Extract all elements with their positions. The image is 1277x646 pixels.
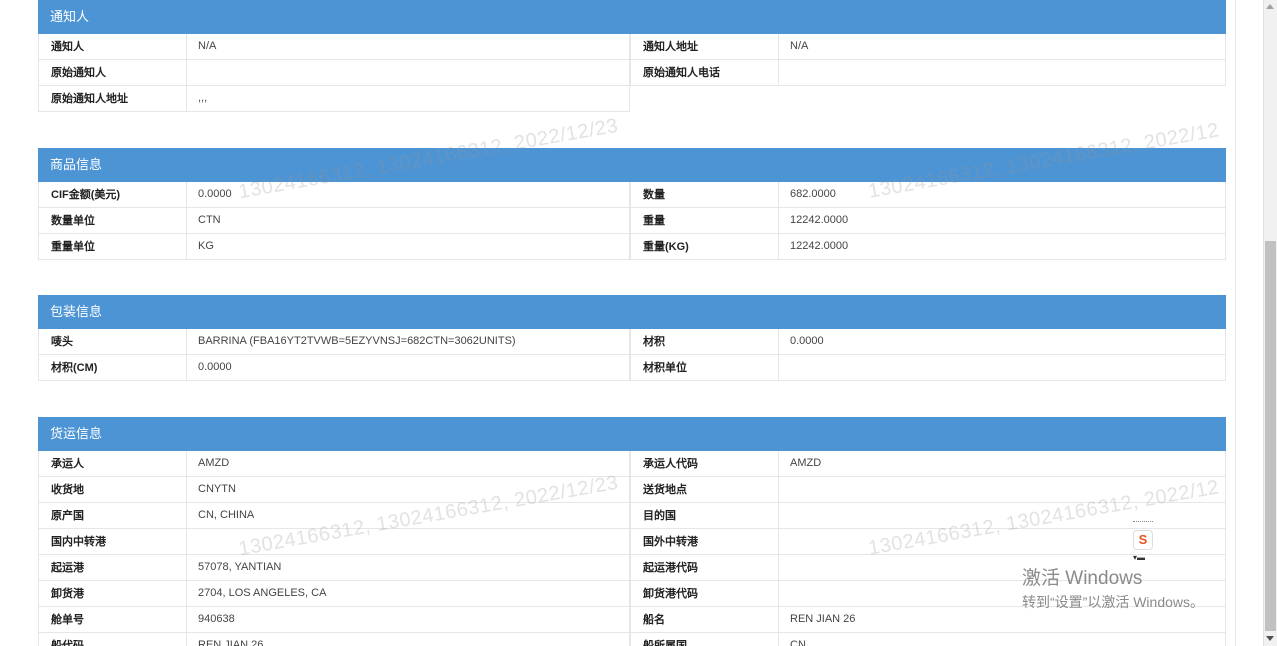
caret-down-icon[interactable]: ▾▬	[1133, 553, 1153, 563]
table-row: 原始通知人地址 ,,,	[38, 86, 630, 112]
table-row: 材积(CM) 0.0000 材积单位	[38, 355, 1226, 381]
field-value: ,,,	[187, 86, 630, 111]
ime-drag-handle[interactable]	[1133, 521, 1153, 524]
table-row: 收货地 CNYTN 送货地点	[38, 477, 1226, 503]
field-value: KG	[187, 234, 630, 259]
field-label: 通知人	[38, 34, 187, 59]
field-value: 682.0000	[779, 182, 1226, 207]
field-value: CN	[779, 633, 1226, 646]
table-row: 国内中转港 国外中转港	[38, 529, 1226, 555]
field-label: 船代码	[38, 633, 187, 646]
field-label: 船所属国	[630, 633, 779, 646]
field-value: 12242.0000	[779, 208, 1226, 233]
field-label: 材积(CM)	[38, 355, 187, 380]
field-value	[779, 503, 1226, 528]
field-label: 重量单位	[38, 234, 187, 259]
packing-section-title: 包装信息	[38, 295, 1226, 329]
field-label: 材积	[630, 329, 779, 354]
ime-toolbar[interactable]: S ▾▬	[1133, 521, 1153, 567]
goods-section: 商品信息 CIF金额(美元) 0.0000 数量 682.0000 数量单位 C…	[38, 148, 1226, 260]
field-label: 目的国	[630, 503, 779, 528]
field-value	[187, 60, 630, 85]
packing-section: 包装信息 唛头 BARRINA (FBA16YT2TVWB=5EZYVNSJ=6…	[38, 295, 1226, 381]
scroll-down-icon[interactable]	[1266, 636, 1274, 641]
field-value: 57078, YANTIAN	[187, 555, 630, 580]
field-label: 船名	[630, 607, 779, 632]
field-value: 2704, LOS ANGELES, CA	[187, 581, 630, 606]
field-value	[779, 355, 1226, 380]
field-value: AMZD	[779, 451, 1226, 476]
field-label: 卸货港代码	[630, 581, 779, 606]
field-value: REN JIAN 26	[187, 633, 630, 646]
field-label: 唛头	[38, 329, 187, 354]
goods-section-title: 商品信息	[38, 148, 1226, 182]
notify-section: 通知人 通知人 N/A 通知人地址 N/A 原始通知人 原始通知人电话 原始通知…	[38, 0, 1226, 112]
field-value: AMZD	[187, 451, 630, 476]
field-value: N/A	[187, 34, 630, 59]
field-value: 0.0000	[187, 182, 630, 207]
field-label: 原始通知人电话	[630, 60, 779, 85]
field-value: 12242.0000	[779, 234, 1226, 259]
field-label: 收货地	[38, 477, 187, 502]
field-value	[779, 60, 1226, 85]
table-row: 原始通知人 原始通知人电话	[38, 60, 1226, 86]
field-label: 承运人	[38, 451, 187, 476]
field-label: 国外中转港	[630, 529, 779, 554]
field-label: 数量单位	[38, 208, 187, 233]
table-row: 通知人 N/A 通知人地址 N/A	[38, 34, 1226, 60]
field-value: N/A	[779, 34, 1226, 59]
field-label: 原产国	[38, 503, 187, 528]
field-label: 重量(KG)	[630, 234, 779, 259]
field-label: CIF金额(美元)	[38, 182, 187, 207]
activate-windows-subtitle: 转到“设置”以激活 Windows。	[1022, 594, 1205, 610]
field-value: CN, CHINA	[187, 503, 630, 528]
scroll-up-icon[interactable]	[1266, 4, 1274, 9]
table-row: 重量单位 KG 重量(KG) 12242.0000	[38, 234, 1226, 260]
field-label: 送货地点	[630, 477, 779, 502]
field-value: 0.0000	[779, 329, 1226, 354]
table-row: 承运人 AMZD 承运人代码 AMZD	[38, 451, 1226, 477]
field-label: 材积单位	[630, 355, 779, 380]
sogou-icon[interactable]: S	[1133, 530, 1153, 550]
table-row: 唛头 BARRINA (FBA16YT2TVWB=5EZYVNSJ=682CTN…	[38, 329, 1226, 355]
field-label: 原始通知人地址	[38, 86, 187, 111]
scrollbar-thumb[interactable]	[1265, 241, 1276, 631]
table-row: 船代码 REN JIAN 26 船所属国 CN	[38, 633, 1226, 646]
field-value	[779, 477, 1226, 502]
shipping-section-title: 货运信息	[38, 417, 1226, 451]
field-value: BARRINA (FBA16YT2TVWB=5EZYVNSJ=682CTN=30…	[187, 329, 630, 354]
field-label: 承运人代码	[630, 451, 779, 476]
field-value	[187, 529, 630, 554]
field-value: CTN	[187, 208, 630, 233]
field-label: 起运港代码	[630, 555, 779, 580]
field-label: 数量	[630, 182, 779, 207]
table-row: CIF金额(美元) 0.0000 数量 682.0000	[38, 182, 1226, 208]
field-label: 舱单号	[38, 607, 187, 632]
page: 通知人 通知人 N/A 通知人地址 N/A 原始通知人 原始通知人电话 原始通知…	[0, 0, 1277, 646]
vertical-scrollbar[interactable]	[1263, 0, 1277, 646]
field-value: 940638	[187, 607, 630, 632]
field-label: 国内中转港	[38, 529, 187, 554]
field-value	[779, 529, 1226, 554]
field-label: 起运港	[38, 555, 187, 580]
field-label: 卸货港	[38, 581, 187, 606]
field-label: 通知人地址	[630, 34, 779, 59]
table-row: 原产国 CN, CHINA 目的国	[38, 503, 1226, 529]
field-value: CNYTN	[187, 477, 630, 502]
activate-windows-title: 激活 Windows	[1022, 568, 1143, 589]
field-label: 原始通知人	[38, 60, 187, 85]
notify-section-title: 通知人	[38, 0, 1226, 34]
field-value: 0.0000	[187, 355, 630, 380]
table-row: 数量单位 CTN 重量 12242.0000	[38, 208, 1226, 234]
field-label: 重量	[630, 208, 779, 233]
page-edge-divider	[1235, 0, 1236, 646]
activate-windows-notice: 激活 Windows 转到“设置”以激活 Windows。	[1022, 566, 1204, 612]
